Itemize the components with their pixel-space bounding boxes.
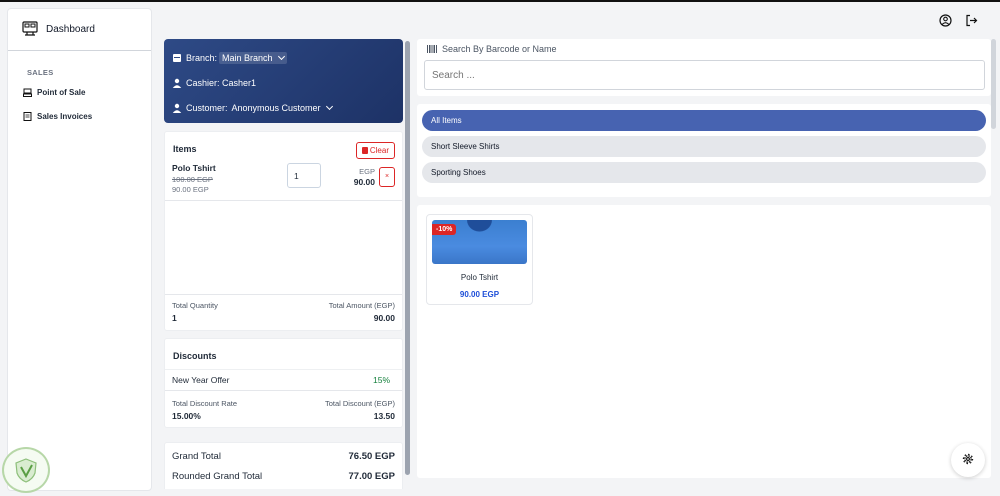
grand-total-value: 76.50 EGP xyxy=(348,451,395,462)
settings-button[interactable] xyxy=(951,443,985,477)
cashier-text: Cashier: Casher1 xyxy=(186,77,257,88)
sidebar-header[interactable]: Dashboard xyxy=(8,9,151,51)
cashier-row: Cashier: Casher1 xyxy=(172,70,395,95)
branch-select[interactable]: Main Branch xyxy=(219,51,287,64)
sidebar-item-label: Point of Sale xyxy=(37,87,86,97)
products-grid: -10% Polo Tshirt 90.00 EGP xyxy=(417,205,991,478)
customer-value[interactable]: Anonymous Customer xyxy=(232,103,321,113)
rounded-total-row: Rounded Grand Total 77.00 EGP xyxy=(172,471,395,482)
user-circle-icon[interactable] xyxy=(939,14,952,27)
cart-item-currency: EGP xyxy=(359,167,375,176)
branch-value: Main Branch xyxy=(222,52,273,63)
dashboard-link[interactable]: Dashboard xyxy=(46,24,95,35)
chevron-down-icon[interactable] xyxy=(325,102,333,110)
user-icon xyxy=(172,78,182,88)
branch-row: Branch: Main Branch xyxy=(172,45,395,70)
discounts-card: Discounts New Year Offer 15% Total Disco… xyxy=(164,338,403,428)
barcode-icon xyxy=(427,45,437,53)
total-discount-rate-label: Total Discount Rate xyxy=(172,399,238,408)
total-quantity-label: Total Quantity xyxy=(172,301,218,310)
sidebar: Dashboard SALES Point of Sale Sales Invo… xyxy=(7,8,152,491)
total-discount-value: 13.50 xyxy=(373,411,395,421)
brand-logo xyxy=(2,447,50,493)
product-name: Polo Tshirt xyxy=(460,273,499,282)
chevron-down-icon xyxy=(277,52,285,60)
gear-icon xyxy=(962,453,974,467)
sidebar-item-point-of-sale[interactable]: Point of Sale xyxy=(23,84,151,100)
product-card[interactable]: -10% Polo Tshirt 90.00 EGP xyxy=(426,214,533,305)
user-icon xyxy=(172,103,182,113)
sidebar-section-sales: SALES xyxy=(27,68,54,77)
window-top-border xyxy=(0,0,1000,2)
quantity-input[interactable]: 1 xyxy=(287,163,321,188)
discounts-title: Discounts xyxy=(173,351,217,361)
search-input[interactable] xyxy=(424,60,985,90)
sidebar-item-label: Sales Invoices xyxy=(37,111,93,121)
discount-badge: -10% xyxy=(432,224,457,235)
store-icon xyxy=(172,53,182,63)
header-actions xyxy=(939,14,978,27)
clear-label: Clear xyxy=(369,146,389,155)
items-card: Items Clear Polo Tshirt 100.00 EGP 90.00… xyxy=(164,131,403,331)
cart-item-row: Polo Tshirt 100.00 EGP 90.00 EGP 1 EGP 9… xyxy=(165,159,402,201)
grand-total-row: Grand Total 76.50 EGP xyxy=(172,451,395,462)
cart-panel: Branch: Main Branch Cashier: Casher1 Cus… xyxy=(164,39,403,489)
search-label: Search By Barcode or Name xyxy=(442,44,557,54)
invoice-icon xyxy=(23,111,32,121)
cart-item-new-price: 90.00 EGP xyxy=(172,185,209,194)
trash-icon xyxy=(361,147,368,154)
discount-offer-row: New Year Offer 15% xyxy=(165,369,402,391)
rounded-total-value: 77.00 EGP xyxy=(348,471,395,482)
customer-label: Customer: xyxy=(186,102,228,113)
rounded-total-label: Rounded Grand Total xyxy=(172,471,263,482)
total-amount-label: Total Amount (EGP) xyxy=(328,301,395,310)
discount-totals: Total Discount Rate 15.00% Total Discoun… xyxy=(165,395,402,427)
offer-name: New Year Offer xyxy=(172,375,230,385)
items-totals: Total Quantity 1 Total Amount (EGP) 90.0… xyxy=(165,294,402,330)
grand-total-card: Grand Total 76.50 EGP Rounded Grand Tota… xyxy=(164,442,403,489)
total-discount-label: Total Discount (EGP) xyxy=(324,399,395,408)
remove-item-button[interactable]: × xyxy=(379,167,395,187)
categories-card: All Items Short Sleeve Shirts Sporting S… xyxy=(417,104,991,197)
offer-rate: 15% xyxy=(372,375,390,385)
sidebar-item-sales-invoices[interactable]: Sales Invoices xyxy=(23,108,151,124)
products-panel: Search By Barcode or Name All Items Shor… xyxy=(417,39,991,478)
products-scrollbar[interactable] xyxy=(991,39,996,129)
total-discount-rate-value: 15.00% xyxy=(172,411,201,421)
cart-scrollbar[interactable] xyxy=(405,41,410,475)
total-quantity-value: 1 xyxy=(172,313,177,323)
cart-header: Branch: Main Branch Cashier: Casher1 Cus… xyxy=(164,39,403,123)
total-amount-value: 90.00 xyxy=(373,313,395,323)
customer-row[interactable]: Customer: Anonymous Customer xyxy=(172,95,395,120)
category-short-sleeve-shirts[interactable]: Short Sleeve Shirts xyxy=(422,136,986,157)
product-image: -10% xyxy=(432,220,527,264)
cart-item-old-price: 100.00 EGP xyxy=(172,175,213,184)
category-all-items[interactable]: All Items xyxy=(422,110,986,131)
product-price: 90.00 EGP xyxy=(459,290,500,299)
branch-label: Branch: xyxy=(186,52,218,63)
dashboard-icon xyxy=(22,20,38,39)
grand-total-label: Grand Total xyxy=(172,451,221,462)
cart-item-total: 90.00 xyxy=(353,177,375,187)
search-label-row: Search By Barcode or Name xyxy=(427,44,984,54)
category-sporting-shoes[interactable]: Sporting Shoes xyxy=(422,162,986,183)
cart-item-name: Polo Tshirt xyxy=(172,163,216,173)
search-card: Search By Barcode or Name xyxy=(417,39,991,96)
logout-icon[interactable] xyxy=(965,14,978,27)
register-icon xyxy=(23,88,32,97)
clear-button[interactable]: Clear xyxy=(355,142,395,159)
